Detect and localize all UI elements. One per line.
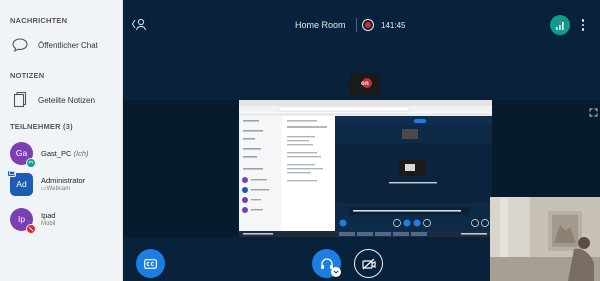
chevron-down-icon[interactable] <box>331 267 341 277</box>
webcam-video[interactable] <box>490 197 600 281</box>
chat-bubble-icon <box>10 35 30 55</box>
participant-item[interactable]: Ad Administrator ▭Webcam <box>7 169 120 197</box>
presenter-icon <box>7 169 16 177</box>
public-chat-item[interactable]: Öffentlicher Chat <box>10 34 120 56</box>
signal-bars-icon[interactable] <box>550 15 570 35</box>
avatar-initials: Ip <box>17 214 26 224</box>
sidebar: NACHRICHTEN Öffentlicher Chat NOTIZEN Ge… <box>0 0 123 281</box>
recording-timer: 141:45 <box>381 21 406 30</box>
avatar: Ip <box>10 207 36 234</box>
messages-section-title: NACHRICHTEN <box>10 16 68 25</box>
avatar: Ga <box>10 141 36 168</box>
notes-icon <box>10 90 30 110</box>
shared-notes-label: Geteilte Notizen <box>38 95 95 105</box>
more-vertical-icon[interactable] <box>578 15 588 35</box>
closed-caption-icon[interactable] <box>136 249 165 278</box>
participants-section-title: TEILNEHMER (3) <box>10 122 73 131</box>
participant-name: Ipad <box>41 210 56 220</box>
app-window: NACHRICHTEN Öffentlicher Chat NOTIZEN Ge… <box>0 0 600 281</box>
video-off-icon[interactable] <box>354 249 383 278</box>
shared-screen-image <box>239 100 492 237</box>
talking-indicator: on <box>350 73 380 95</box>
participant-item[interactable]: Ip Ipad Mobil <box>10 206 120 234</box>
participant-name: Administrator <box>41 175 86 185</box>
fullscreen-icon[interactable] <box>589 104 598 117</box>
participant-item[interactable]: Ga Gast_PC (Ich) <box>10 140 120 168</box>
muted-status-icon <box>26 223 36 234</box>
recording-icon[interactable] <box>362 19 374 31</box>
avatar-initials: Ad <box>16 179 27 189</box>
room-title: Home Room <box>295 20 346 30</box>
top-bar: Home Room 141:45 <box>123 0 600 42</box>
meeting-area: Home Room 141:45 on <box>123 0 600 281</box>
title-separator <box>356 18 357 32</box>
participant-subtitle: Webcam <box>46 185 71 192</box>
participant-self-tag: (Ich) <box>73 148 89 158</box>
notes-section-title: NOTIZEN <box>10 71 45 80</box>
participant-name: Gast_PC <box>41 148 72 158</box>
talking-label: on <box>361 81 369 87</box>
users-icon[interactable] <box>131 17 147 31</box>
public-chat-label: Öffentlicher Chat <box>38 40 98 50</box>
avatar: Ad <box>7 169 33 196</box>
audio-status-icon <box>26 157 36 168</box>
participant-subtitle: Mobil <box>41 220 56 227</box>
avatar-initials: Ga <box>15 148 28 158</box>
shared-notes-item[interactable]: Geteilte Notizen <box>10 89 120 111</box>
